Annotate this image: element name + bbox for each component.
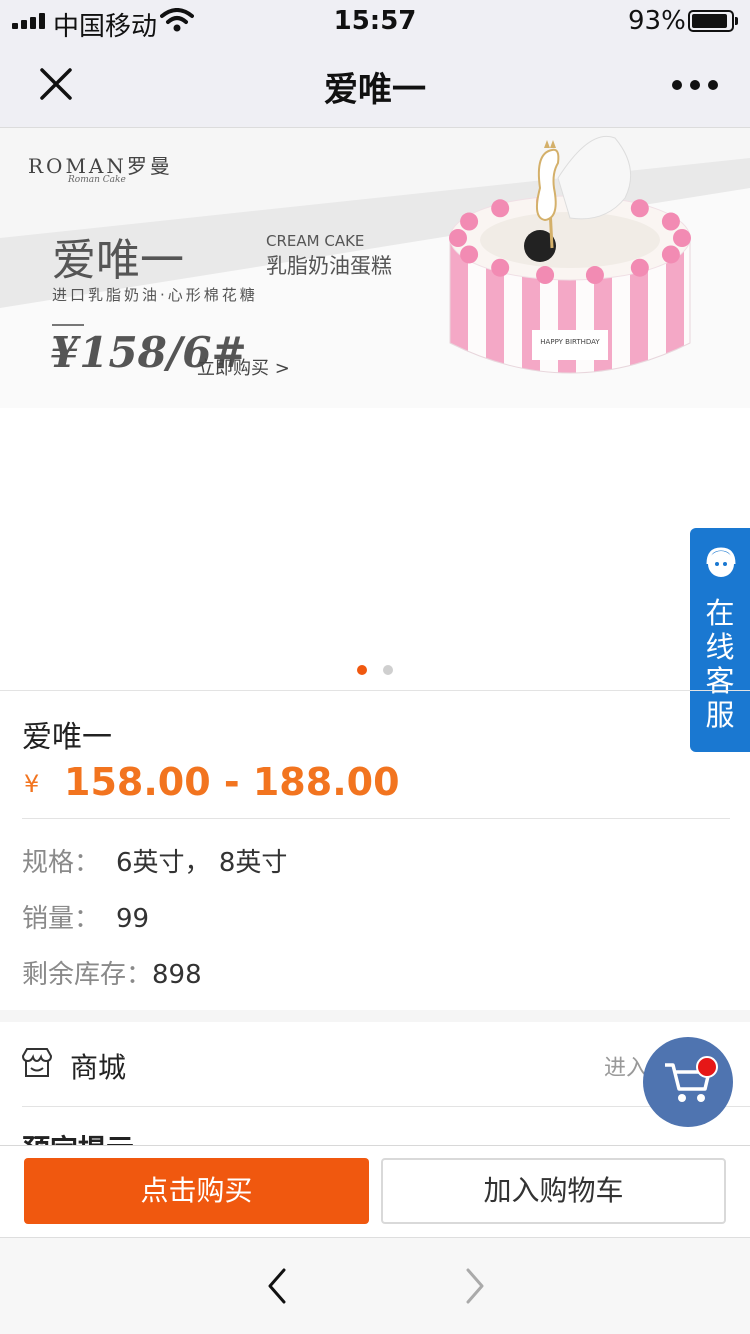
online-service-button[interactable]: 在线客服 [690, 528, 750, 752]
shop-icon [21, 1048, 53, 1077]
cake-label: HAPPY BIRTHDAY [540, 338, 600, 346]
more-icon[interactable] [672, 80, 718, 90]
status-bar: 中国移动 15:57 93% [0, 0, 750, 42]
forward-arrow-icon[interactable] [460, 1266, 490, 1306]
battery-percent: 93% [628, 6, 686, 36]
promo-description: 进口乳脂奶油·心形棉花糖 [52, 286, 258, 304]
section-gap [0, 1010, 750, 1022]
promo-title: 爱唯一 [52, 235, 184, 286]
nav-bar: 爱唯一 [0, 40, 750, 128]
cream-cake-en: CREAM CAKE [266, 232, 365, 250]
back-arrow-icon[interactable] [262, 1266, 292, 1306]
headset-icon [706, 547, 736, 577]
product-price: 158.00 - 188.00 [64, 760, 400, 804]
brand-subtitle: Roman Cake [68, 175, 126, 185]
divider [22, 1106, 750, 1107]
spec-value: 6英寸， 8英寸 [116, 848, 288, 878]
buy-button[interactable]: 点击购买 [24, 1158, 369, 1224]
add-to-cart-button[interactable]: 加入购物车 [381, 1158, 726, 1224]
browser-toolbar [0, 1237, 750, 1334]
divider [22, 818, 730, 819]
product-banner[interactable]: ROMAN罗曼 Roman Cake 爱唯一 进口乳脂奶油·心形棉花糖 ¥158… [0, 128, 750, 408]
spec-row: 规格： 6英寸， 8英寸 [22, 842, 287, 879]
carousel-dot[interactable] [383, 665, 393, 675]
cake-image: HAPPY BIRTHDAY [449, 136, 691, 374]
cream-cake-cn: 乳脂奶油蛋糕 [266, 254, 392, 278]
service-label: 在线客服 [705, 596, 735, 732]
carousel-dot[interactable] [357, 665, 367, 675]
sales-key: 销量： [22, 904, 101, 934]
stock-key: 剩余库存： [22, 960, 153, 990]
battery-icon [688, 10, 738, 32]
notice-title: 预定提示 [22, 1128, 134, 1146]
shop-label: 商城 [70, 1051, 127, 1084]
buy-now-link[interactable]: 立即购买 > [197, 354, 290, 380]
sales-value: 99 [116, 904, 150, 934]
cart-button[interactable] [643, 1037, 733, 1127]
stock-value: 898 [152, 960, 202, 990]
spec-key: 规格： [22, 848, 101, 878]
carousel-indicator [0, 665, 750, 677]
page-title: 爱唯一 [324, 70, 426, 110]
currency-symbol: ¥ [24, 770, 40, 798]
stock-row: 剩余库存：898 [22, 954, 202, 991]
product-name: 爱唯一 [22, 720, 112, 755]
banner-blank-area [0, 408, 750, 690]
cart-badge [696, 1056, 718, 1078]
divider [0, 690, 750, 691]
sales-row: 销量： 99 [22, 898, 149, 935]
divider-line [52, 324, 84, 326]
action-bar: 点击购买 加入购物车 [0, 1145, 750, 1237]
